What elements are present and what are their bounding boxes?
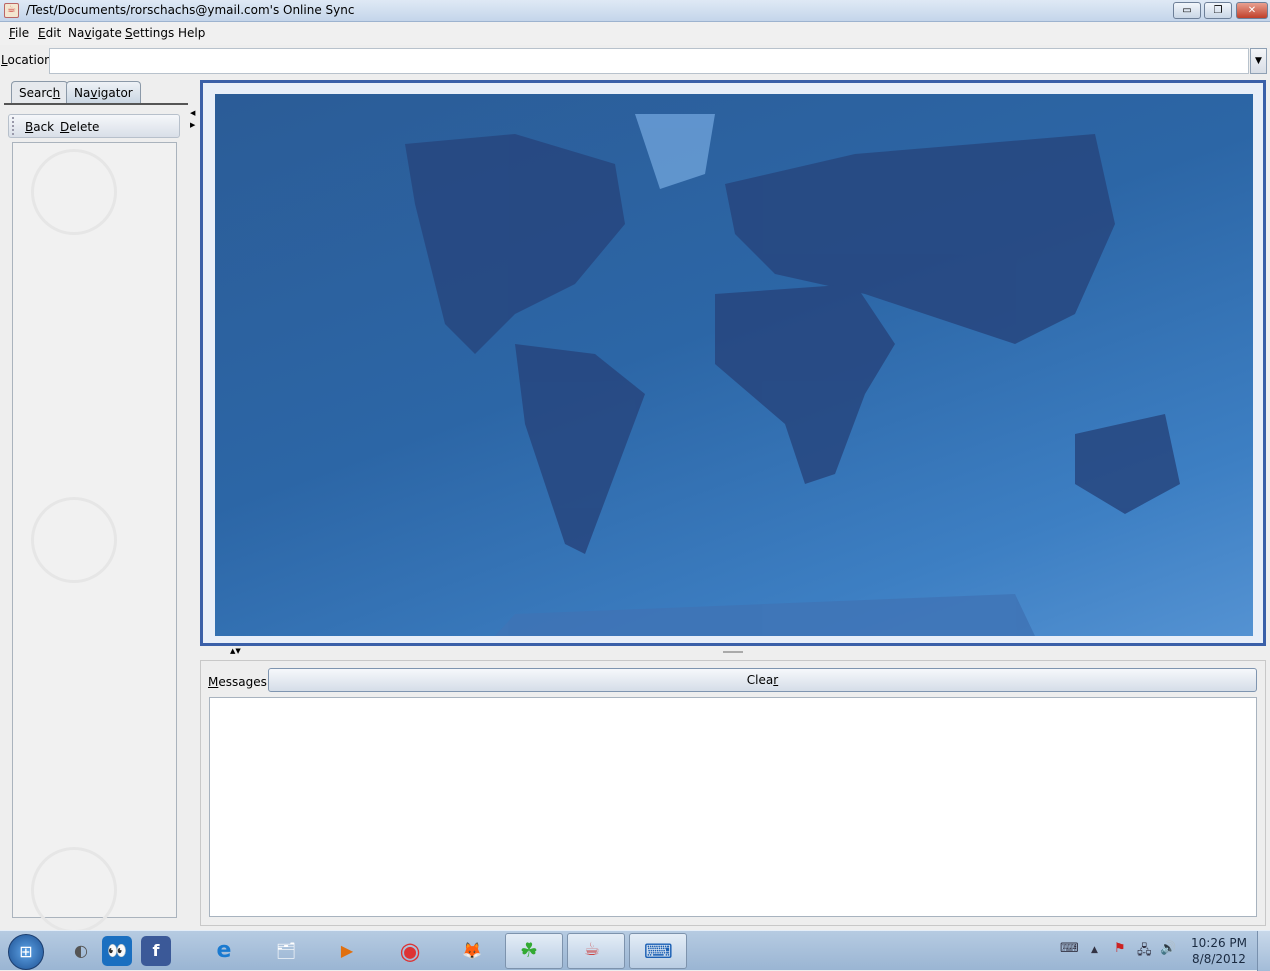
location-bar: Location ▼: [0, 45, 1270, 77]
menu-bar: File Edit Navigate Settings Help: [0, 22, 1270, 45]
watermark-logo: [31, 847, 117, 933]
splitter-arrows-icon[interactable]: ▲▼: [230, 647, 241, 655]
horizontal-splitter[interactable]: ▲▼: [198, 646, 1270, 658]
location-dropdown-button[interactable]: ▼: [1250, 48, 1267, 74]
split-divider[interactable]: ◀ ▶: [188, 77, 198, 927]
taskbar-explorer-icon[interactable]: 🗂: [271, 936, 301, 966]
africa: [715, 284, 895, 484]
australia: [1075, 414, 1180, 514]
location-label: Location: [1, 53, 52, 67]
taskbar-java-button[interactable]: ☕: [567, 933, 625, 969]
restore-button[interactable]: ❐: [1204, 2, 1232, 19]
location-input[interactable]: [49, 48, 1249, 74]
toolbar-grip[interactable]: [12, 117, 20, 135]
south-america: [515, 344, 645, 554]
menu-edit[interactable]: Edit: [38, 26, 61, 40]
network-icon[interactable]: 🖧: [1137, 941, 1152, 963]
navigator-toolbar: Back Delete: [8, 114, 180, 138]
menu-help[interactable]: Help: [178, 26, 205, 40]
action-center-flag-icon[interactable]: ⚑: [1114, 941, 1126, 956]
taskbar: ⊞ ◐ 👀 f e 🗂 ▶ ◉ 🦊 ☘ ☕ ⌨ ⌨ ▲ ⚑ 🖧 🔊 10:26 …: [0, 930, 1270, 971]
start-button[interactable]: ⊞: [8, 934, 44, 970]
navigator-list[interactable]: [12, 142, 177, 933]
taskbar-facebook-icon[interactable]: f: [141, 936, 171, 966]
clock-time: 10:26 PM: [1191, 936, 1247, 950]
collapse-arrows-icon[interactable]: ◀ ▶: [190, 107, 195, 131]
watermark-logo: [31, 149, 117, 235]
north-america: [405, 134, 625, 354]
world-map-image: [405, 114, 1180, 636]
taskbar-app-icon[interactable]: ◐: [66, 936, 96, 966]
taskbar-chrome-icon[interactable]: ◉: [395, 936, 425, 966]
show-desktop-button[interactable]: [1257, 931, 1270, 971]
messages-textarea[interactable]: [209, 697, 1257, 917]
menu-settings[interactable]: Settings: [125, 26, 174, 40]
clover-icon: ☘: [520, 938, 538, 962]
splitter-grip[interactable]: [723, 651, 743, 653]
volume-icon[interactable]: 🔊: [1160, 941, 1176, 956]
clock-date: 8/8/2012: [1192, 952, 1246, 966]
window-title: /Test/Documents/rorschachs@ymail.com's O…: [26, 3, 355, 17]
tab-navigator[interactable]: Navigator: [66, 81, 141, 104]
on-screen-keyboard-icon: ⌨: [644, 939, 673, 963]
keyboard-tray-icon[interactable]: ⌨: [1060, 941, 1079, 956]
world-map[interactable]: [215, 94, 1253, 636]
tab-underline: [4, 103, 188, 105]
menu-file[interactable]: File: [9, 26, 29, 40]
show-hidden-icons-arrow[interactable]: ▲: [1091, 945, 1098, 955]
minimize-button[interactable]: ▭: [1173, 2, 1201, 19]
taskbar-keyboard-button[interactable]: ⌨: [629, 933, 687, 969]
tab-search[interactable]: Search: [11, 81, 69, 104]
clock[interactable]: 10:26 PM 8/8/2012: [1188, 935, 1250, 967]
greenland: [635, 114, 715, 189]
delete-button[interactable]: Delete: [60, 120, 99, 134]
taskbar-ie-icon[interactable]: e: [209, 936, 239, 966]
taskbar-media-player-icon[interactable]: ▶: [332, 936, 362, 966]
back-button[interactable]: Back: [25, 120, 54, 134]
java-app-icon: ☕: [4, 3, 19, 18]
messages-label: Messages: [208, 675, 267, 689]
taskbar-clover-button[interactable]: ☘: [505, 933, 563, 969]
antarctica: [495, 594, 1035, 636]
title-bar: ☕ /Test/Documents/rorschachs@ymail.com's…: [0, 0, 1270, 22]
java-icon: ☕: [584, 939, 601, 960]
taskbar-messenger-icon[interactable]: 👀: [102, 936, 132, 966]
menu-navigate[interactable]: Navigate: [68, 26, 122, 40]
watermark-logo: [31, 497, 117, 583]
clear-button[interactable]: Clear: [268, 668, 1257, 692]
taskbar-firefox-icon[interactable]: 🦊: [457, 936, 487, 966]
close-button[interactable]: ✕: [1236, 2, 1268, 19]
